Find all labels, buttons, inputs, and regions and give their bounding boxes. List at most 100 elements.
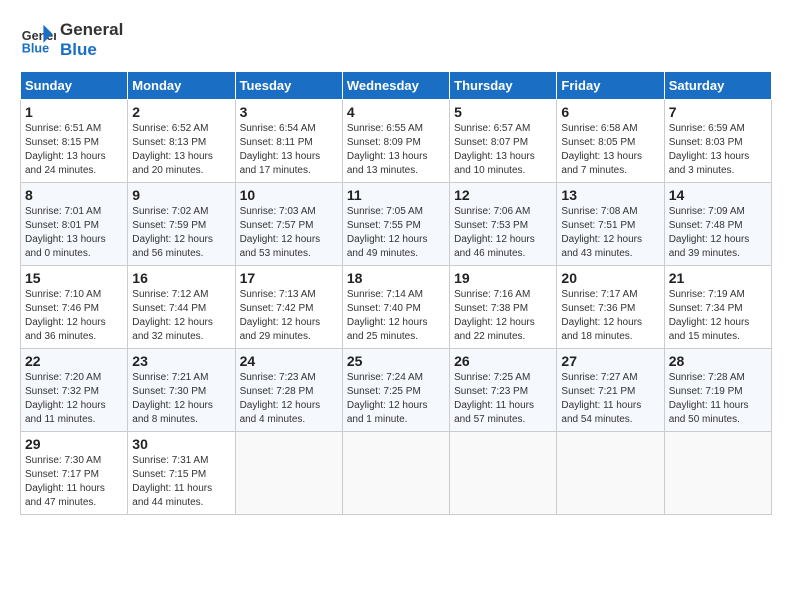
day-cell: 27Sunrise: 7:27 AM Sunset: 7:21 PM Dayli… bbox=[557, 348, 664, 431]
logo-blue: Blue bbox=[60, 40, 123, 60]
day-info: Sunrise: 7:30 AM Sunset: 7:17 PM Dayligh… bbox=[25, 454, 123, 510]
day-number: 25 bbox=[347, 353, 445, 369]
column-header-monday: Monday bbox=[128, 71, 235, 99]
day-info: Sunrise: 7:28 AM Sunset: 7:19 PM Dayligh… bbox=[669, 371, 767, 427]
day-info: Sunrise: 6:55 AM Sunset: 8:09 PM Dayligh… bbox=[347, 122, 445, 178]
day-number: 18 bbox=[347, 270, 445, 286]
day-info: Sunrise: 7:08 AM Sunset: 7:51 PM Dayligh… bbox=[561, 205, 659, 261]
day-info: Sunrise: 7:31 AM Sunset: 7:15 PM Dayligh… bbox=[132, 454, 230, 510]
day-number: 13 bbox=[561, 187, 659, 203]
column-header-thursday: Thursday bbox=[450, 71, 557, 99]
day-number: 17 bbox=[240, 270, 338, 286]
day-info: Sunrise: 7:16 AM Sunset: 7:38 PM Dayligh… bbox=[454, 288, 552, 344]
logo-icon: General Blue bbox=[20, 22, 56, 58]
day-info: Sunrise: 7:17 AM Sunset: 7:36 PM Dayligh… bbox=[561, 288, 659, 344]
day-number: 21 bbox=[669, 270, 767, 286]
day-cell: 3 Sunrise: 6:54 AM Sunset: 8:11 PM Daylig… bbox=[235, 99, 342, 182]
day-cell: 29Sunrise: 7:30 AM Sunset: 7:17 PM Dayli… bbox=[21, 431, 128, 514]
column-header-friday: Friday bbox=[557, 71, 664, 99]
column-header-saturday: Saturday bbox=[664, 71, 771, 99]
week-row-5: 29Sunrise: 7:30 AM Sunset: 7:17 PM Dayli… bbox=[21, 431, 772, 514]
day-number: 2 bbox=[132, 104, 230, 120]
day-number: 14 bbox=[669, 187, 767, 203]
day-info: Sunrise: 7:23 AM Sunset: 7:28 PM Dayligh… bbox=[240, 371, 338, 427]
week-row-3: 15 Sunrise: 7:10 AM Sunset: 7:46 PM Dayli… bbox=[21, 265, 772, 348]
svg-text:Blue: Blue bbox=[22, 42, 49, 56]
day-info: Sunrise: 7:14 AM Sunset: 7:40 PM Dayligh… bbox=[347, 288, 445, 344]
day-cell: 28 Sunrise: 7:28 AM Sunset: 7:19 PM Dayli… bbox=[664, 348, 771, 431]
day-number: 5 bbox=[454, 104, 552, 120]
day-number: 8 bbox=[25, 187, 123, 203]
day-info: Sunrise: 7:02 AM Sunset: 7:59 PM Dayligh… bbox=[132, 205, 230, 261]
day-info: Sunrise: 6:51 AM Sunset: 8:15 PM Dayligh… bbox=[25, 122, 123, 178]
calendar-table: SundayMondayTuesdayWednesdayThursdayFrid… bbox=[20, 71, 772, 515]
day-cell bbox=[664, 431, 771, 514]
day-number: 9 bbox=[132, 187, 230, 203]
day-cell: 15 Sunrise: 7:10 AM Sunset: 7:46 PM Dayli… bbox=[21, 265, 128, 348]
day-cell: 8 Sunrise: 7:01 AM Sunset: 8:01 PM Daylig… bbox=[21, 182, 128, 265]
day-info: Sunrise: 7:10 AM Sunset: 7:46 PM Dayligh… bbox=[25, 288, 123, 344]
day-number: 3 bbox=[240, 104, 338, 120]
day-cell: 10 Sunrise: 7:03 AM Sunset: 7:57 PM Dayli… bbox=[235, 182, 342, 265]
day-info: Sunrise: 6:57 AM Sunset: 8:07 PM Dayligh… bbox=[454, 122, 552, 178]
day-cell: 12 Sunrise: 7:06 AM Sunset: 7:53 PM Dayli… bbox=[450, 182, 557, 265]
day-cell: 25 Sunrise: 7:24 AM Sunset: 7:25 PM Dayli… bbox=[342, 348, 449, 431]
column-header-wednesday: Wednesday bbox=[342, 71, 449, 99]
day-cell: 21 Sunrise: 7:19 AM Sunset: 7:34 PM Dayli… bbox=[664, 265, 771, 348]
day-number: 1 bbox=[25, 104, 123, 120]
day-cell: 16Sunrise: 7:12 AM Sunset: 7:44 PM Dayli… bbox=[128, 265, 235, 348]
day-info: Sunrise: 6:54 AM Sunset: 8:11 PM Dayligh… bbox=[240, 122, 338, 178]
day-number: 11 bbox=[347, 187, 445, 203]
day-cell bbox=[557, 431, 664, 514]
day-cell: 18 Sunrise: 7:14 AM Sunset: 7:40 PM Dayli… bbox=[342, 265, 449, 348]
day-cell: 23Sunrise: 7:21 AM Sunset: 7:30 PM Dayli… bbox=[128, 348, 235, 431]
day-info: Sunrise: 7:06 AM Sunset: 7:53 PM Dayligh… bbox=[454, 205, 552, 261]
day-number: 23 bbox=[132, 353, 230, 369]
page-header: General Blue General Blue bbox=[20, 20, 772, 61]
day-number: 4 bbox=[347, 104, 445, 120]
day-cell bbox=[235, 431, 342, 514]
day-cell: 5 Sunrise: 6:57 AM Sunset: 8:07 PM Daylig… bbox=[450, 99, 557, 182]
day-info: Sunrise: 7:20 AM Sunset: 7:32 PM Dayligh… bbox=[25, 371, 123, 427]
day-info: Sunrise: 6:52 AM Sunset: 8:13 PM Dayligh… bbox=[132, 122, 230, 178]
day-info: Sunrise: 6:58 AM Sunset: 8:05 PM Dayligh… bbox=[561, 122, 659, 178]
day-cell: 4 Sunrise: 6:55 AM Sunset: 8:09 PM Daylig… bbox=[342, 99, 449, 182]
column-header-tuesday: Tuesday bbox=[235, 71, 342, 99]
day-info: Sunrise: 7:01 AM Sunset: 8:01 PM Dayligh… bbox=[25, 205, 123, 261]
day-number: 12 bbox=[454, 187, 552, 203]
week-row-4: 22 Sunrise: 7:20 AM Sunset: 7:32 PM Dayli… bbox=[21, 348, 772, 431]
day-info: Sunrise: 7:27 AM Sunset: 7:21 PM Dayligh… bbox=[561, 371, 659, 427]
day-cell: 17 Sunrise: 7:13 AM Sunset: 7:42 PM Dayli… bbox=[235, 265, 342, 348]
day-cell: 19Sunrise: 7:16 AM Sunset: 7:38 PM Dayli… bbox=[450, 265, 557, 348]
day-cell: 13 Sunrise: 7:08 AM Sunset: 7:51 PM Dayli… bbox=[557, 182, 664, 265]
day-number: 24 bbox=[240, 353, 338, 369]
week-row-1: 1 Sunrise: 6:51 AM Sunset: 8:15 PM Daylig… bbox=[21, 99, 772, 182]
day-number: 10 bbox=[240, 187, 338, 203]
day-cell: 24 Sunrise: 7:23 AM Sunset: 7:28 PM Dayli… bbox=[235, 348, 342, 431]
day-info: Sunrise: 7:05 AM Sunset: 7:55 PM Dayligh… bbox=[347, 205, 445, 261]
column-header-sunday: Sunday bbox=[21, 71, 128, 99]
week-row-2: 8 Sunrise: 7:01 AM Sunset: 8:01 PM Daylig… bbox=[21, 182, 772, 265]
day-cell bbox=[342, 431, 449, 514]
day-cell: 26 Sunrise: 7:25 AM Sunset: 7:23 PM Dayli… bbox=[450, 348, 557, 431]
day-cell: 22 Sunrise: 7:20 AM Sunset: 7:32 PM Dayli… bbox=[21, 348, 128, 431]
day-info: Sunrise: 7:25 AM Sunset: 7:23 PM Dayligh… bbox=[454, 371, 552, 427]
day-info: Sunrise: 7:24 AM Sunset: 7:25 PM Dayligh… bbox=[347, 371, 445, 427]
day-info: Sunrise: 7:19 AM Sunset: 7:34 PM Dayligh… bbox=[669, 288, 767, 344]
day-info: Sunrise: 7:13 AM Sunset: 7:42 PM Dayligh… bbox=[240, 288, 338, 344]
day-cell: 2 Sunrise: 6:52 AM Sunset: 8:13 PM Daylig… bbox=[128, 99, 235, 182]
logo-general: General bbox=[60, 20, 123, 40]
day-number: 22 bbox=[25, 353, 123, 369]
logo: General Blue General Blue bbox=[20, 20, 123, 61]
day-cell: 30Sunrise: 7:31 AM Sunset: 7:15 PM Dayli… bbox=[128, 431, 235, 514]
day-number: 26 bbox=[454, 353, 552, 369]
day-cell: 6Sunrise: 6:58 AM Sunset: 8:05 PM Daylig… bbox=[557, 99, 664, 182]
day-info: Sunrise: 7:12 AM Sunset: 7:44 PM Dayligh… bbox=[132, 288, 230, 344]
day-number: 15 bbox=[25, 270, 123, 286]
day-info: Sunrise: 7:09 AM Sunset: 7:48 PM Dayligh… bbox=[669, 205, 767, 261]
day-cell: 1 Sunrise: 6:51 AM Sunset: 8:15 PM Daylig… bbox=[21, 99, 128, 182]
day-info: Sunrise: 6:59 AM Sunset: 8:03 PM Dayligh… bbox=[669, 122, 767, 178]
day-info: Sunrise: 7:03 AM Sunset: 7:57 PM Dayligh… bbox=[240, 205, 338, 261]
day-cell: 9 Sunrise: 7:02 AM Sunset: 7:59 PM Daylig… bbox=[128, 182, 235, 265]
day-number: 28 bbox=[669, 353, 767, 369]
